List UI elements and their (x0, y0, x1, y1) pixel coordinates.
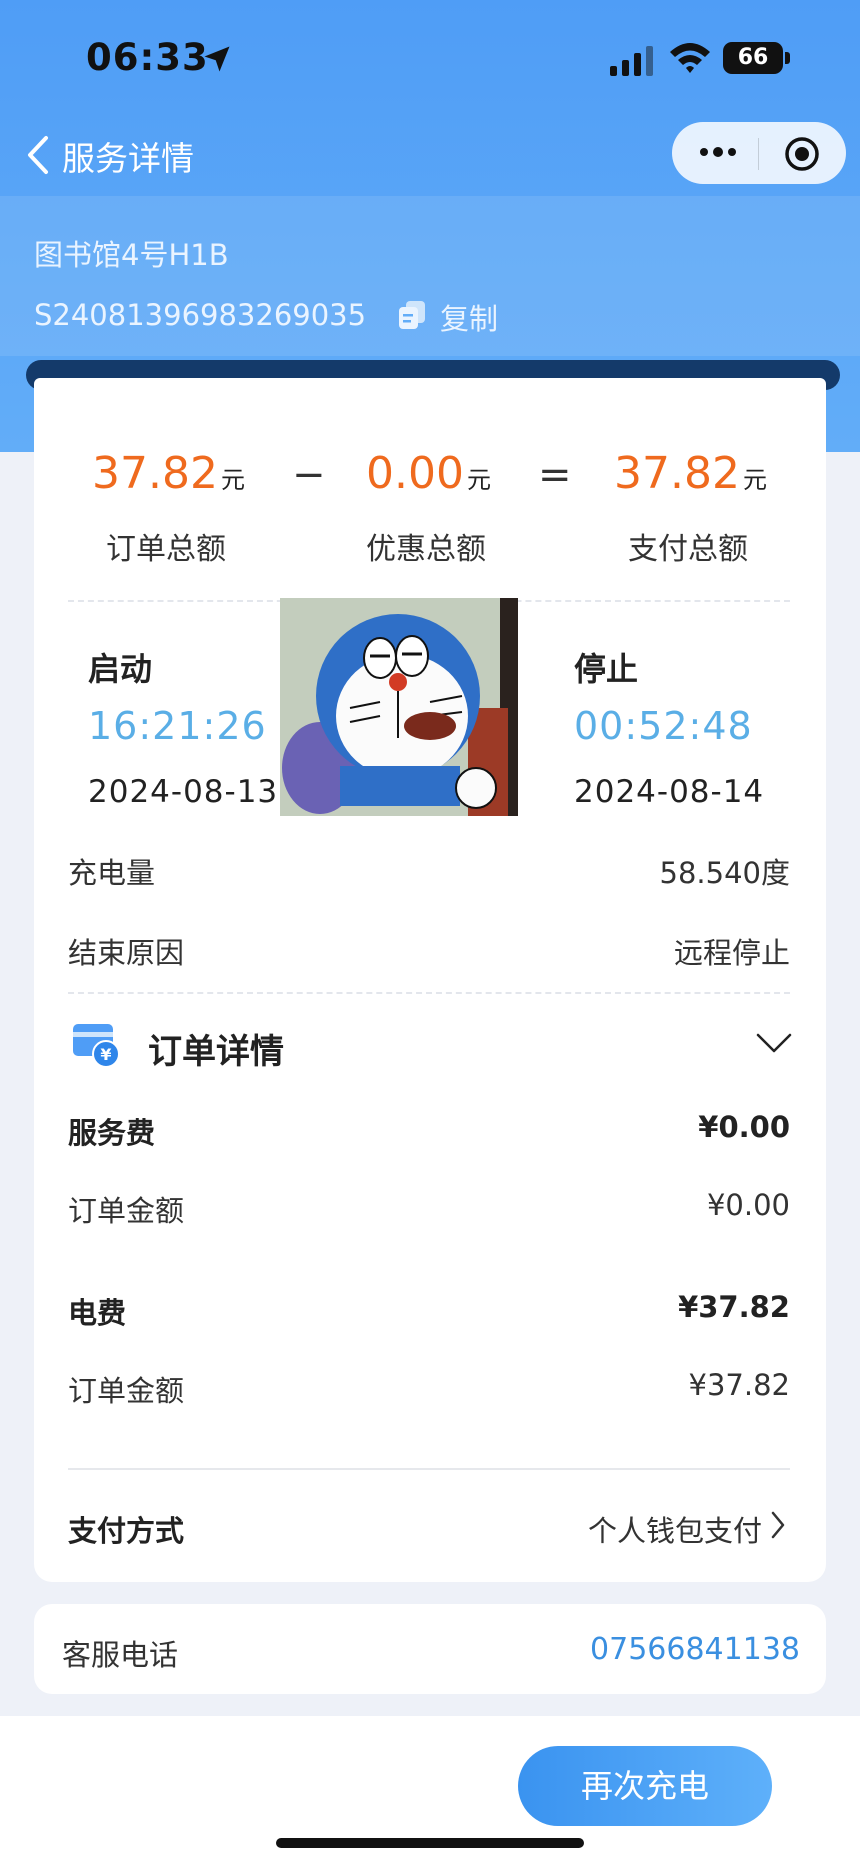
electricity-fee-label: 电费 (68, 1296, 127, 1330)
service-order-amount-value: ¥0.00 (706, 1188, 790, 1222)
stop-time: 00:52:48 (574, 704, 753, 748)
chevron-right-icon[interactable] (770, 1510, 786, 1540)
paid-total-label: 支付总额 (628, 532, 748, 567)
home-indicator (276, 1838, 584, 1848)
electricity-fee-value: ¥37.82 (678, 1290, 790, 1324)
electricity-order-amount-label: 订单金额 (68, 1374, 185, 1408)
end-reason-label: 结束原因 (68, 936, 185, 970)
service-fee-label: 服务费 (68, 1116, 156, 1150)
payment-method-value[interactable]: 个人钱包支付 (588, 1508, 762, 1550)
minus-sign: − (292, 452, 326, 498)
more-dots-icon[interactable] (698, 139, 738, 165)
order-number: S24081396983269035 (34, 298, 367, 332)
order-detail-title: 订单详情 (148, 1032, 284, 1072)
order-total-amount: 37.82 元 (92, 448, 245, 499)
bill-yuan-icon: ¥ (73, 1024, 120, 1068)
start-time: 16:21:26 (88, 704, 267, 748)
discount-total-label: 优惠总额 (366, 532, 486, 567)
wifi-icon (670, 43, 710, 73)
discount-total-amount: 0.00 元 (366, 448, 491, 499)
chevron-down-icon[interactable] (756, 1032, 792, 1054)
order-total-label: 订单总额 (106, 532, 226, 567)
paid-total-amount: 37.82 元 (614, 448, 767, 499)
status-time: 06:33 (86, 36, 209, 79)
stop-label: 停止 (574, 650, 639, 688)
cartoon-sticker-image (280, 598, 518, 816)
customer-service-label: 客服电话 (62, 1638, 179, 1672)
payment-divider (68, 1468, 790, 1470)
close-target-icon[interactable] (784, 136, 820, 172)
location-arrow-icon (204, 46, 230, 72)
equals-sign: = (538, 452, 572, 498)
start-date: 2024-08-13 (88, 774, 279, 810)
order-info-block (0, 196, 860, 356)
battery-nub (785, 52, 790, 64)
energy-label: 充电量 (68, 856, 156, 890)
end-reason-value: 远程停止 (673, 936, 790, 970)
energy-value: 58.540度 (659, 856, 790, 890)
recharge-again-button[interactable]: 再次充电 (518, 1746, 772, 1826)
payment-method-label: 支付方式 (68, 1514, 185, 1548)
section-divider (68, 992, 790, 994)
status-bar: 06:33 66 (0, 0, 860, 120)
copy-icon[interactable] (398, 300, 426, 330)
service-order-amount-label: 订单金额 (68, 1194, 185, 1228)
copy-button[interactable]: 复制 (440, 296, 498, 338)
svg-text:¥: ¥ (100, 1045, 111, 1064)
capsule-divider (758, 138, 759, 170)
page-title: 服务详情 (62, 139, 194, 178)
battery-icon: 66 (723, 42, 783, 74)
service-fee-value: ¥0.00 (698, 1110, 790, 1144)
back-chevron-icon[interactable] (24, 134, 52, 176)
cellular-signal-icon (610, 46, 653, 76)
electricity-order-amount-value: ¥37.82 (688, 1368, 790, 1402)
station-name: 图书馆4号H1B (34, 238, 229, 272)
start-label: 启动 (88, 650, 153, 688)
stop-date: 2024-08-14 (574, 774, 765, 810)
customer-service-phone-link[interactable]: 07566841138 (590, 1632, 800, 1667)
